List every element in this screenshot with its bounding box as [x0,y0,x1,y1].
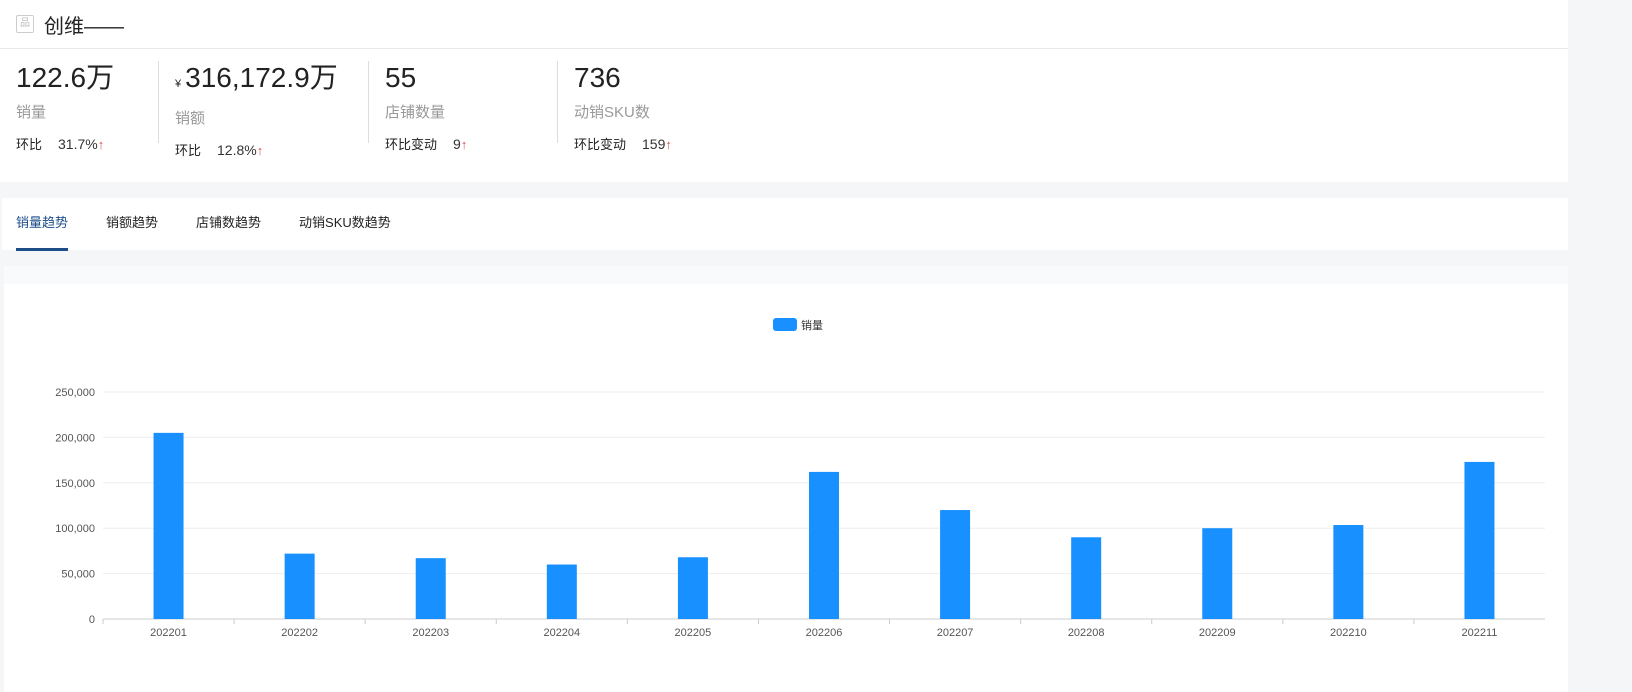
tab-sku-count-trend[interactable]: 动销SKU数趋势 [299,198,391,248]
bar-202206[interactable] [809,471,839,619]
stat-value: 736 [574,61,734,95]
x-tick-label: 202208 [1068,627,1105,639]
x-tick-label: 202204 [543,627,580,639]
legend-label[interactable]: 销量 [801,318,823,332]
bar-202207[interactable] [940,510,971,619]
stat-value-text: 122.6万 [16,62,115,93]
chart-panel: 0 50,000 100,000 150,000 200,000 250,000 20220… [4,266,1568,692]
y-tick-label: 100,000 [55,523,95,535]
header: 品 创维—— [0,0,1568,49]
x-tick-label: 202203 [412,627,449,639]
bar-202210[interactable] [1333,525,1364,619]
bar-202208[interactable] [1071,537,1102,619]
stat-sales-volume: 122.6万 销量 环比 31.7%↑ [0,61,159,152]
change-label: 环比 [175,143,202,158]
change-value: 9 [453,136,461,152]
x-tick-label: 202201 [150,627,187,639]
stat-label: 动销SKU数 [574,104,650,121]
stat-change: 环比变动 9↑ [385,134,541,153]
y-tick-label: 0 [89,614,95,626]
stat-value: ¥316,172.9万 [175,61,352,101]
change-value: 159 [642,136,666,152]
arrow-up-icon: ↑ [256,143,264,158]
bar-202204[interactable] [546,564,577,619]
bar-202211[interactable] [1464,461,1495,619]
x-tick-label: 202211 [1462,627,1498,639]
bar-202209[interactable] [1202,528,1233,619]
stat-value-text: 316,172.9万 [185,62,338,93]
x-tick-label: 202202 [281,627,318,639]
stat-change: 环比 31.7%↑ [16,134,142,153]
arrow-up-icon: ↑ [460,137,468,152]
stat-value: 55 [385,61,541,95]
change-label: 环比 [16,137,43,152]
stat-label: 销量 [16,104,47,121]
stat-value-text: 736 [574,62,621,93]
x-tick-label: 202210 [1330,627,1367,639]
legend-swatch[interactable] [773,318,797,331]
stat-sku-count: 736 动销SKU数 环比变动 159↑ [558,61,750,152]
summary-panel: 品 创维—— 122.6万 销量 环比 31.7%↑ ¥316,172.9万 销额 … [0,0,1568,182]
y-tick-label: 150,000 [55,478,95,490]
bar-202201[interactable] [153,432,184,619]
currency-symbol: ¥ [175,78,182,90]
bar-202203[interactable] [415,558,446,619]
tab-sales-amount-trend[interactable]: 销额趋势 [106,198,158,248]
stat-label: 销额 [175,110,206,127]
y-tick-label: 200,000 [55,432,95,444]
stat-change: 环比 12.8%↑ [175,140,352,159]
change-label: 环比变动 [385,137,438,152]
tab-store-count-trend[interactable]: 店铺数趋势 [196,198,261,248]
stat-value: 122.6万 [16,61,142,95]
x-tick-label: 202206 [806,627,843,639]
y-tick-label: 50,000 [61,569,95,581]
arrow-up-icon: ↑ [97,137,105,152]
bar-202202[interactable] [284,553,315,619]
x-tick-label: 202209 [1199,627,1236,639]
y-tick-label: 250,000 [55,387,95,399]
page-title: 创维—— [44,15,124,38]
bar-202205[interactable] [677,557,708,619]
stat-store-count: 55 店铺数量 环比变动 9↑ [369,61,558,152]
change-value: 12.8% [217,142,257,158]
product-icon: 品 [16,15,34,33]
stat-label: 店铺数量 [385,104,446,121]
stat-sales-amount: ¥316,172.9万 销额 环比 12.8%↑ [159,61,369,158]
x-tick-label: 202205 [675,627,712,639]
trend-tabs: 销量趋势 销额趋势 店铺数趋势 动销SKU数趋势 [2,198,1568,251]
bar-chart: 0 50,000 100,000 150,000 200,000 250,000 20220… [55,318,1545,639]
arrow-up-icon: ↑ [665,137,672,152]
stat-change: 环比变动 159↑ [574,134,734,153]
tab-sales-volume-trend[interactable]: 销量趋势 [16,198,69,251]
change-label: 环比变动 [574,137,627,152]
stat-value-text: 55 [385,62,417,93]
change-value: 31.7% [58,136,98,152]
x-tick-label: 202207 [937,627,974,639]
